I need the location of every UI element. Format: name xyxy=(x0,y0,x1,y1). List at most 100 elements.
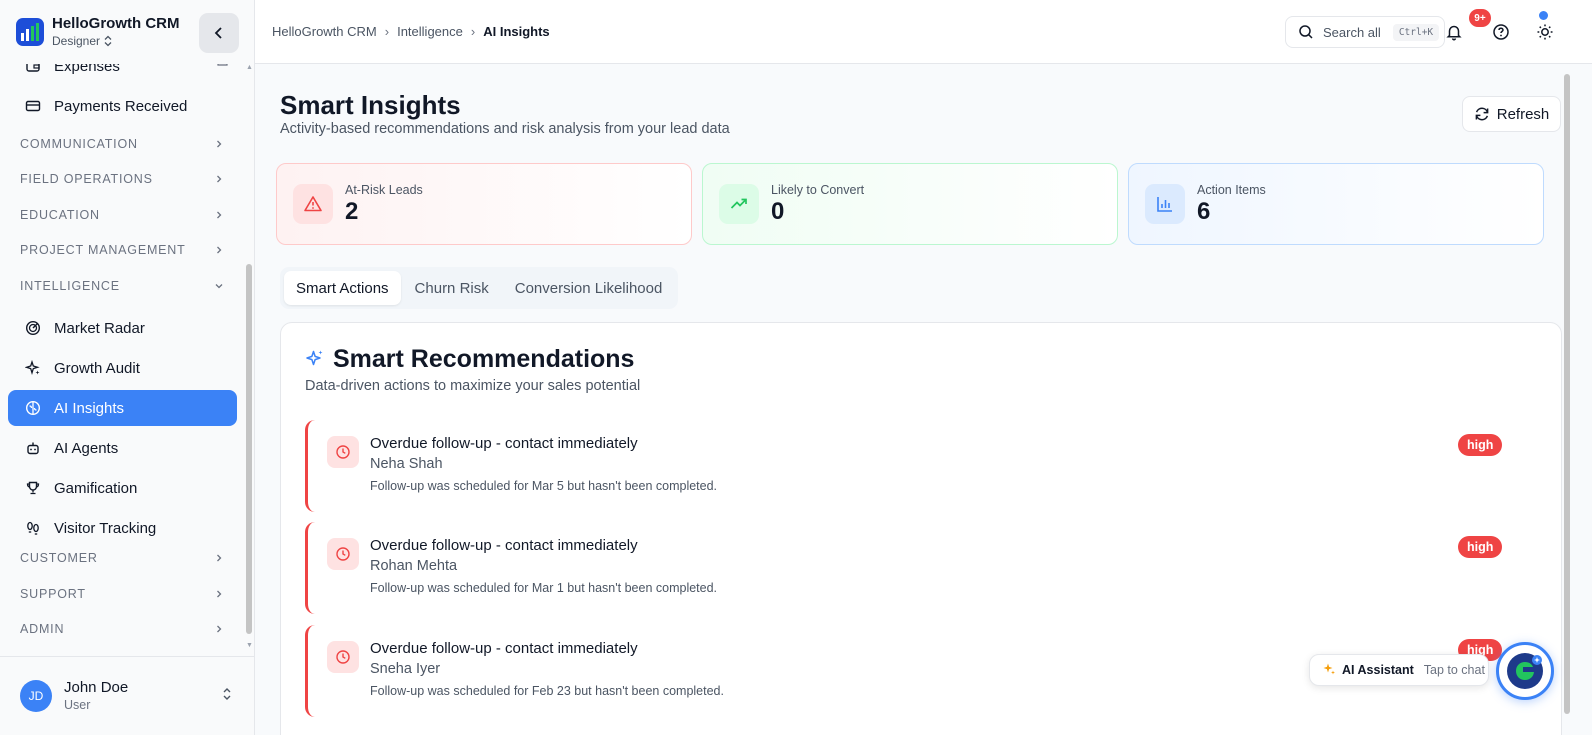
user-role: User xyxy=(64,698,91,712)
section-label: INTELLIGENCE xyxy=(20,279,120,293)
chevron-right-icon xyxy=(217,554,222,562)
sidebar-item-ai-agents[interactable]: AI Agents xyxy=(8,430,237,466)
page-subtitle: Activity-based recommendations and risk … xyxy=(280,121,730,137)
sidebar-section-project-management[interactable]: PROJECT MANAGEMENT xyxy=(20,240,224,260)
sidebar: HelloGrowth CRM Designer Expenses Paymen… xyxy=(0,0,255,735)
chevrons-up-down-icon xyxy=(223,688,231,700)
stat-card-likely-to-convert[interactable]: Likely to Convert 0 xyxy=(702,163,1118,245)
brain-icon xyxy=(24,399,42,417)
sidebar-section-support[interactable]: SUPPORT xyxy=(20,584,224,604)
help-button[interactable] xyxy=(1489,20,1513,44)
sidebar-section-customer[interactable]: CUSTOMER xyxy=(20,548,224,568)
tab-churn-risk[interactable]: Churn Risk xyxy=(403,271,501,305)
tab-smart-actions[interactable]: Smart Actions xyxy=(284,271,401,305)
lead-name[interactable]: Neha Shah xyxy=(370,456,443,472)
recommendation-title: Overdue follow-up - contact immediately xyxy=(370,537,638,554)
sidebar-item-label: AI Agents xyxy=(54,439,119,457)
credit-card-icon xyxy=(24,97,42,115)
search-shortcut: Ctrl+K xyxy=(1392,23,1440,41)
sun-icon xyxy=(1537,24,1553,40)
sidebar-item-label: Market Radar xyxy=(54,319,145,337)
notifications-button[interactable] xyxy=(1442,20,1466,44)
trending-up-icon xyxy=(719,184,759,224)
recommendation-item[interactable]: Overdue follow-up - contact immediately … xyxy=(305,420,1515,512)
sidebar-item-visitor-tracking[interactable]: Visitor Tracking xyxy=(8,510,237,546)
user-menu[interactable]: JD John Doe User xyxy=(0,656,255,735)
external-link-icon[interactable] xyxy=(216,64,229,71)
sidebar-scroll-thumb[interactable] xyxy=(246,264,252,634)
wallet-icon xyxy=(24,64,42,75)
sidebar-item-label: Gamification xyxy=(54,479,138,497)
refresh-label: Refresh xyxy=(1496,105,1550,123)
breadcrumb-item[interactable]: Intelligence xyxy=(397,24,463,39)
lead-name[interactable]: Sneha Iyer xyxy=(370,661,440,677)
search-label: Search all xyxy=(1323,24,1381,40)
sidebar-item-market-radar[interactable]: Market Radar xyxy=(8,310,237,346)
chevron-right-icon: › xyxy=(470,24,476,39)
tab-conversion-likelihood[interactable]: Conversion Likelihood xyxy=(503,271,675,305)
theme-toggle-button[interactable] xyxy=(1533,20,1557,44)
lead-name[interactable]: Rohan Mehta xyxy=(370,558,457,574)
search-button[interactable]: Search all Ctrl+K xyxy=(1285,16,1445,48)
sidebar-scrollbar[interactable]: ▲ ▼ xyxy=(246,64,253,656)
stat-value: 0 xyxy=(771,198,785,225)
recommendation-description: Follow-up was scheduled for Feb 23 but h… xyxy=(370,684,724,698)
footprints-icon xyxy=(24,519,42,537)
breadcrumb-current: AI Insights xyxy=(483,24,550,39)
topbar: HelloGrowth CRM › Intelligence › AI Insi… xyxy=(255,0,1592,64)
sidebar-section-field-operations[interactable]: FIELD OPERATIONS xyxy=(20,169,224,189)
ai-assistant-button[interactable] xyxy=(1496,642,1554,700)
section-label: FIELD OPERATIONS xyxy=(20,172,153,186)
brand-name: HelloGrowth CRM xyxy=(52,15,180,32)
sparkles-icon xyxy=(24,359,42,377)
sidebar-item-label: Payments Received xyxy=(54,97,188,115)
brand-role: Designer xyxy=(52,34,101,48)
stat-card-action-items[interactable]: Action Items 6 xyxy=(1128,163,1544,245)
main-scrollbar[interactable] xyxy=(1564,64,1570,735)
bell-icon xyxy=(1446,25,1462,41)
page-title: Smart Insights xyxy=(280,90,461,120)
recommendation-item[interactable]: Overdue follow-up - contact immediately … xyxy=(305,522,1515,614)
sidebar-section-admin[interactable]: ADMIN xyxy=(20,619,224,639)
sidebar-item-expenses[interactable]: Expenses xyxy=(8,64,237,84)
trophy-icon xyxy=(24,479,42,497)
sidebar-item-growth-audit[interactable]: Growth Audit xyxy=(8,350,237,386)
chevron-left-icon xyxy=(214,27,222,39)
section-label: SUPPORT xyxy=(20,587,86,601)
recommendation-description: Follow-up was scheduled for Mar 1 but ha… xyxy=(370,581,718,595)
stat-card-at-risk-leads[interactable]: At-Risk Leads 2 xyxy=(276,163,692,245)
breadcrumb-item[interactable]: HelloGrowth CRM xyxy=(272,24,377,39)
collapse-sidebar-button[interactable] xyxy=(199,13,239,53)
refresh-icon xyxy=(1475,107,1489,121)
recommendation-title: Overdue follow-up - contact immediately xyxy=(370,640,638,657)
clock-icon xyxy=(327,538,359,570)
help-circle-icon xyxy=(1493,24,1509,40)
breadcrumb: HelloGrowth CRM › Intelligence › AI Insi… xyxy=(272,24,550,39)
refresh-button[interactable]: Refresh xyxy=(1462,96,1561,132)
stat-label: Likely to Convert xyxy=(771,183,865,197)
workspace-role-switcher[interactable]: Designer xyxy=(52,33,180,49)
chevron-right-icon xyxy=(217,625,222,633)
clock-icon xyxy=(327,641,359,673)
main-scroll-thumb[interactable] xyxy=(1564,74,1570,714)
section-label: COMMUNICATION xyxy=(20,137,138,151)
scroll-up-arrow-icon[interactable]: ▲ xyxy=(246,64,253,71)
scroll-down-arrow-icon[interactable]: ▼ xyxy=(246,642,253,649)
brand-logo-icon xyxy=(16,18,44,46)
sidebar-section-communication[interactable]: COMMUNICATION xyxy=(20,134,224,154)
sidebar-section-intelligence[interactable]: INTELLIGENCE xyxy=(20,276,224,296)
sidebar-item-gamification[interactable]: Gamification xyxy=(8,470,237,506)
sidebar-item-ai-insights[interactable]: AI Insights xyxy=(8,390,237,426)
ai-assistant-prompt[interactable]: AI Assistant Tap to chat xyxy=(1309,654,1489,686)
chevrons-up-down-icon xyxy=(104,35,112,47)
user-name: John Doe xyxy=(64,679,129,696)
priority-badge: high xyxy=(1458,434,1503,456)
chevron-right-icon xyxy=(217,246,222,254)
section-label: PROJECT MANAGEMENT xyxy=(20,243,186,257)
chevron-down-icon xyxy=(215,284,223,289)
search-icon xyxy=(1299,25,1313,39)
section-label: CUSTOMER xyxy=(20,551,98,565)
sidebar-section-education[interactable]: EDUCATION xyxy=(20,205,224,225)
sidebar-item-payments-received[interactable]: Payments Received xyxy=(8,88,237,124)
stat-value: 6 xyxy=(1197,198,1211,225)
